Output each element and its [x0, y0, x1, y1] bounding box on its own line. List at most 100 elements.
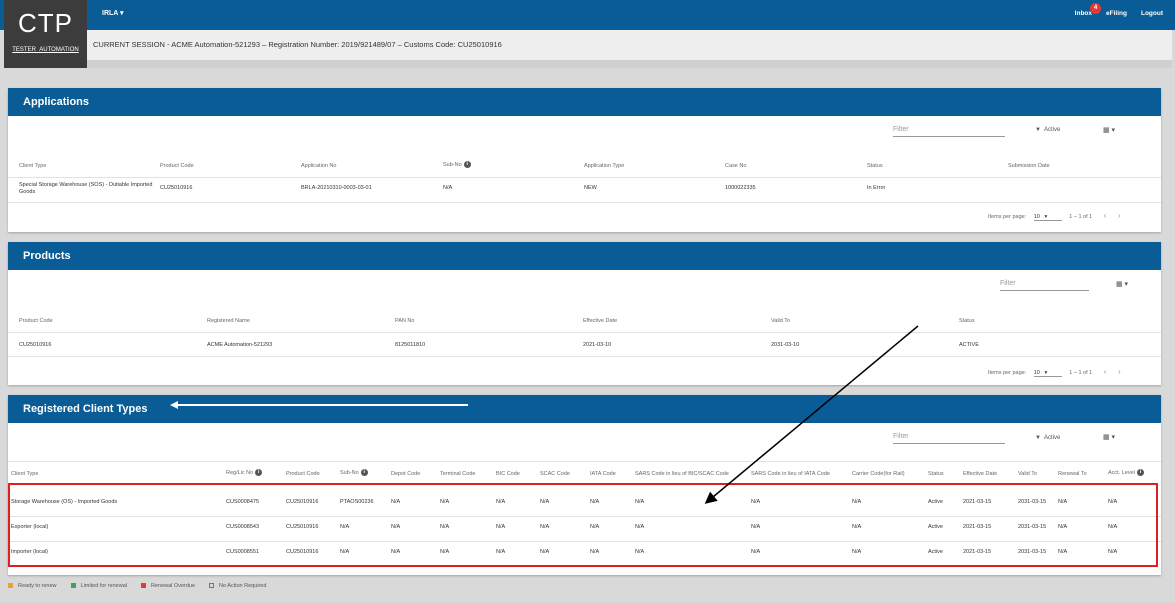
sub-no-label: Sub-No — [443, 161, 462, 168]
efiling-link[interactable]: eFiling — [1106, 10, 1127, 17]
col-product-code[interactable]: Product Code — [286, 471, 320, 477]
col-valid-to[interactable]: Valid To — [771, 318, 790, 324]
logo-text: CTP — [18, 8, 73, 38]
column-toggle-icon[interactable]: ▦ ▾ — [1103, 433, 1115, 441]
info-icon[interactable]: i — [1136, 469, 1144, 476]
col-scac-code[interactable]: SCAC Code — [540, 471, 570, 477]
ctp-logo[interactable]: CTP TESTER_AUTOMATION — [4, 0, 87, 68]
col-iata-code[interactable]: IATA Code — [590, 471, 616, 477]
applications-title: Applications — [8, 88, 1161, 116]
col-case-no[interactable]: Case No — [725, 163, 746, 169]
prev-page-button[interactable]: ‹ — [1104, 211, 1107, 220]
next-page-button[interactable]: › — [1118, 211, 1121, 220]
col-sars-iata[interactable]: SARS Code in lieu of IATA Code — [751, 471, 830, 477]
highlight-box — [8, 483, 1158, 567]
products-filter-input[interactable]: Filter — [1000, 280, 1089, 291]
col-registered-name[interactable]: Registered Name — [207, 318, 250, 324]
info-icon[interactable]: i — [463, 161, 471, 168]
active-label: Active — [1043, 127, 1061, 133]
col-sub-no[interactable]: Sub-No i — [443, 161, 471, 168]
cell-case-no: 1000022335 — [725, 185, 756, 191]
orange-square-icon — [8, 583, 13, 589]
cell-product-code: CU25010916 — [160, 185, 193, 191]
items-per-page-value: 10 — [1033, 370, 1040, 376]
cell-application-no: BRLA-20210310-0003-03-01 — [301, 185, 372, 191]
cell-client-type-cont: Goods — [19, 189, 36, 195]
red-square-icon — [141, 583, 146, 589]
col-status[interactable]: Status — [928, 471, 944, 477]
col-effective-date[interactable]: Effective Date — [583, 318, 617, 324]
sub-no-label: Sub-No — [340, 469, 359, 476]
col-client-type[interactable]: Client Type — [19, 163, 46, 169]
active-label: Active — [1043, 435, 1061, 441]
applications-status-filter[interactable]: ▼ Active — [1035, 127, 1060, 133]
filter-icon: ▼ — [1035, 127, 1041, 133]
col-bic-code[interactable]: BIC Code — [496, 471, 520, 477]
col-submission-date[interactable]: Submission Date — [1008, 163, 1050, 169]
session-text: CURRENT SESSION - ACME Automation-521293… — [93, 40, 502, 49]
legend-label: Renewal Overdue — [151, 583, 196, 589]
inbox-count-badge: 4 — [1090, 3, 1102, 14]
next-page-button[interactable]: › — [1118, 367, 1121, 376]
info-icon[interactable]: i — [360, 469, 368, 476]
cell-registered-name: ACME Automation-521293 — [207, 342, 273, 348]
logout-link[interactable]: Logout — [1141, 10, 1163, 17]
user-name[interactable]: TESTER_AUTOMATION — [4, 47, 87, 53]
cell-application-type: NEW — [584, 185, 597, 191]
range-label: 1 – 1 of 1 — [1069, 370, 1093, 376]
col-application-type[interactable]: Application Type — [584, 163, 624, 169]
legend: Ready to renew Limited for renewal Renew… — [8, 583, 266, 589]
acct-level-label: Acct. Level — [1108, 469, 1135, 476]
col-status[interactable]: Status — [959, 318, 975, 324]
top-nav: Inbox 4 eFiling Logout — [1075, 3, 1163, 17]
legend-label: No Action Required — [219, 583, 267, 589]
green-square-icon — [70, 583, 76, 589]
col-pan-no[interactable]: PAN No — [395, 318, 414, 324]
environment-dropdown[interactable]: IRLA ▾ — [102, 9, 124, 17]
legend-label: Limited for renewal — [80, 583, 127, 589]
filter-icon: ▼ — [1035, 435, 1041, 441]
col-status[interactable]: Status — [867, 163, 883, 169]
items-per-page-select[interactable]: 10 ▾ — [1033, 214, 1062, 221]
legend-ready-to-renew: Ready to renew — [8, 583, 57, 589]
legend-no-action: No Action Required — [209, 583, 266, 589]
cell-sub-no: N/A — [443, 185, 453, 191]
col-valid-to[interactable]: Valid To — [1018, 471, 1037, 477]
divider-band — [87, 60, 1172, 68]
client-types-status-filter[interactable]: ▼ Active — [1035, 435, 1060, 441]
prev-page-button[interactable]: ‹ — [1104, 367, 1107, 376]
col-reg-lic-no[interactable]: Reg/Lic No i — [226, 469, 263, 476]
col-product-code[interactable]: Product Code — [19, 318, 53, 324]
col-application-no[interactable]: Application No — [301, 163, 336, 169]
top-bar — [0, 0, 1175, 30]
cell-effective-date: 2021-03-10 — [583, 342, 612, 348]
client-types-filter-input[interactable]: Filter — [893, 433, 1005, 444]
paginator: Items per page: 10 ▾ 1 – 1 of 1 ‹ › — [988, 367, 1121, 377]
legend-label: Ready to renew — [18, 583, 57, 589]
col-product-code[interactable]: Product Code — [160, 163, 194, 169]
col-depot-code[interactable]: Depot Code — [391, 471, 420, 477]
col-effective-date[interactable]: Effective Date — [963, 471, 997, 477]
info-icon[interactable]: i — [255, 469, 263, 476]
col-sub-no[interactable]: Sub-No i — [340, 469, 368, 476]
cell-status: In Error — [867, 185, 886, 191]
products-card: Products Filter ▦ ▾ Product Code Registe… — [8, 242, 1161, 385]
applications-filter-input[interactable]: Filter — [893, 126, 1005, 137]
column-toggle-icon[interactable]: ▦ ▾ — [1103, 126, 1115, 134]
col-renewal-to[interactable]: Renewal To — [1058, 471, 1087, 477]
items-per-page-select[interactable]: 10 ▾ — [1033, 370, 1062, 377]
legend-renewal-overdue: Renewal Overdue — [141, 583, 195, 589]
col-sars-bic-scac[interactable]: SARS Code in lieu of BIC/SCAC Code — [635, 471, 729, 477]
divider — [8, 356, 1161, 357]
column-toggle-icon[interactable]: ▦ ▾ — [1116, 280, 1128, 288]
client-types-title: Registered Client Types — [8, 395, 1161, 423]
items-per-page-value: 10 — [1033, 214, 1040, 220]
col-terminal-code[interactable]: Terminal Code — [440, 471, 475, 477]
col-client-type[interactable]: Client Type — [11, 471, 38, 477]
col-carrier-code[interactable]: Carrier Code(for Rail) — [852, 471, 905, 477]
col-acct-level[interactable]: Acct. Level i — [1108, 469, 1144, 476]
cell-pan-no: 8125011810 — [395, 342, 426, 348]
divider — [8, 202, 1161, 203]
inbox-link[interactable]: Inbox 4 — [1075, 3, 1102, 17]
cell-status: ACTIVE — [959, 342, 979, 348]
